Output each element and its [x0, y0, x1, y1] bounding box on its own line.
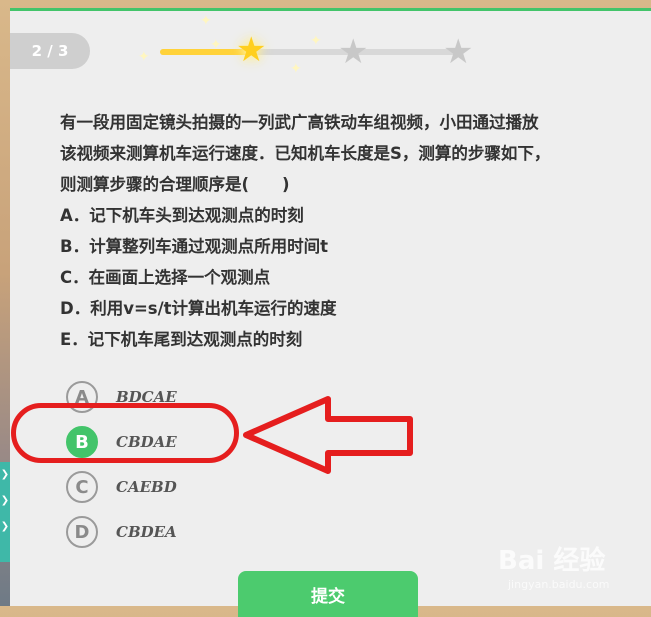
sparkle-icon: ✦ — [290, 61, 302, 77]
step-d: D．利用v=s/t计算出机车运行的速度 — [60, 299, 337, 318]
option-d[interactable]: D CBDEA — [66, 514, 366, 550]
question-text: 有一段用固定镜头拍摄的一列武广高铁动车组视频，小田通过播放 该视频来测算机车运行… — [60, 107, 620, 355]
option-d-letter: D — [66, 516, 98, 548]
question-line: 该视频来测算机车运行速度．已知机车长度是S，测算的步骤如下， — [60, 144, 551, 163]
progress-indicator: 2 / 3 — [10, 33, 90, 69]
star-icon: ★ — [236, 30, 267, 70]
step-b: B．计算整列车通过观测点所用时间t — [60, 237, 328, 256]
watermark-brand: Bai 经验 — [498, 546, 606, 576]
question-line: 有一段用固定镜头拍摄的一列武广高铁动车组视频，小田通过播放 — [60, 113, 539, 132]
sparkle-icon: ✦ — [138, 49, 150, 65]
side-tab[interactable]: ❯ ❯ ❯ — [0, 462, 10, 562]
sparkle-icon: ✦ — [200, 13, 212, 29]
sparkle-icon: ✦ — [310, 33, 322, 49]
annotation-highlight-oval — [11, 403, 239, 463]
question-line: 则测算步骤的合理顺序是( ) — [60, 175, 290, 194]
option-d-text: CBDEA — [116, 523, 177, 541]
quiz-card: 2 / 3 ✦ ✦ ✦ ✦ ✦ ★ ★ ★ 有一段用固定镜头拍摄的一列武广高铁动… — [10, 8, 651, 617]
sparkle-icon: ✦ — [210, 37, 222, 53]
submit-button[interactable]: 提交 — [238, 571, 418, 617]
step-e: E．记下机车尾到达观测点的时刻 — [60, 330, 303, 349]
step-a: A．记下机车头到达观测点的时刻 — [60, 206, 304, 225]
watermark-url: jingyan.baidu.com — [508, 578, 610, 591]
step-c: C．在画面上选择一个观测点 — [60, 268, 271, 287]
option-c-text: CAEBD — [116, 478, 177, 496]
star-icon: ★ — [443, 32, 474, 72]
annotation-arrow-icon — [243, 396, 413, 474]
star-icon: ★ — [338, 32, 369, 72]
option-c-letter: C — [66, 471, 98, 503]
